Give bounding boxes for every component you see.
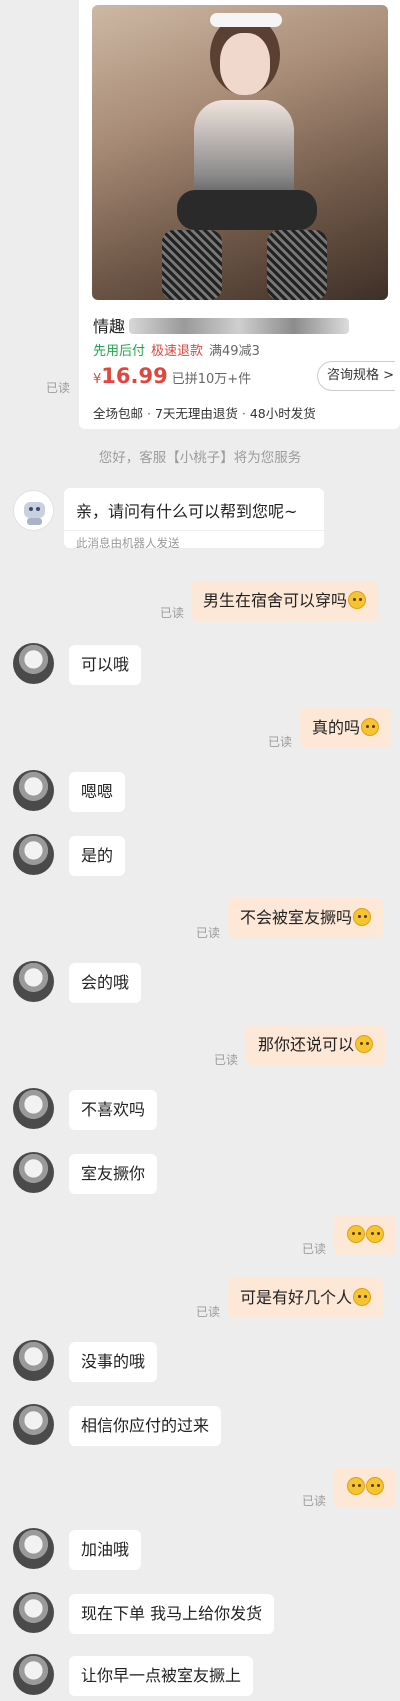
message-text: 真的吗 bbox=[312, 718, 361, 737]
figure-face bbox=[220, 33, 270, 95]
robot-body bbox=[27, 518, 42, 525]
robot-message-bubble[interactable]: 亲，请问有什么可以帮到您呢~ 此消息由机器人发送 bbox=[64, 488, 324, 550]
message-text: 嗯嗯 bbox=[81, 782, 114, 801]
figure-leg-right bbox=[267, 230, 327, 300]
agent-avatar[interactable] bbox=[13, 770, 54, 811]
message-text: 没事的哦 bbox=[81, 1352, 146, 1371]
agent-avatar[interactable] bbox=[13, 961, 54, 1002]
message-bubble-received[interactable]: 可以哦 bbox=[69, 645, 142, 685]
figure-headband bbox=[210, 13, 282, 27]
pay-later-tag: 先用后付 bbox=[93, 344, 146, 359]
message-text: 不会被室友撅吗 bbox=[240, 908, 353, 927]
frown-face-icon bbox=[355, 1035, 374, 1053]
message-text: 是的 bbox=[81, 846, 114, 865]
robot-eye-right bbox=[36, 507, 40, 511]
flushed-face-icon bbox=[366, 1477, 384, 1495]
message-bubble-sent[interactable] bbox=[334, 1467, 396, 1507]
message-text: 不喜欢吗 bbox=[81, 1100, 146, 1119]
message-bubble-received[interactable]: 加油哦 bbox=[69, 1530, 142, 1570]
product-title: 情趣 bbox=[93, 313, 389, 337]
flushed-face-icon bbox=[347, 1477, 365, 1495]
flushed-face-icon bbox=[353, 1288, 372, 1306]
sold-count: 已拼10万+件 bbox=[171, 372, 252, 387]
read-receipt: 已读 bbox=[302, 1494, 327, 1508]
message-bubble-sent[interactable]: 可是有好几个人 bbox=[228, 1278, 384, 1318]
message-bubble-sent[interactable]: 那你还说可以 bbox=[246, 1025, 386, 1065]
agent-avatar[interactable] bbox=[13, 834, 54, 875]
promo-tag: 满49减3 bbox=[209, 344, 260, 359]
agent-avatar[interactable] bbox=[13, 1404, 54, 1445]
message-bubble-received[interactable]: 相信你应付的过来 bbox=[69, 1406, 222, 1446]
message-text: 男生在宿舍可以穿吗 bbox=[203, 591, 348, 610]
message-text: 加油哦 bbox=[81, 1540, 130, 1559]
agent-avatar[interactable] bbox=[13, 1528, 54, 1569]
service-free-shipping: 全场包邮 bbox=[93, 406, 144, 421]
read-receipt: 已读 bbox=[196, 1305, 221, 1319]
message-bubble-received[interactable]: 室友撅你 bbox=[69, 1154, 158, 1194]
flushed-face-icon bbox=[366, 1225, 384, 1243]
product-tags: 先用后付 极速退款 满49减3 bbox=[93, 340, 260, 359]
price-row: ¥16.99 已拼10万+件 bbox=[93, 364, 251, 388]
service-returns: 7天无理由退货 bbox=[143, 406, 238, 421]
message-bubble-received[interactable]: 嗯嗯 bbox=[69, 772, 126, 812]
product-title-text: 情趣 bbox=[93, 317, 126, 336]
smirk-face-icon bbox=[361, 718, 380, 736]
flushed-face-icon bbox=[348, 591, 367, 609]
agent-avatar[interactable] bbox=[13, 643, 54, 684]
product-image[interactable] bbox=[92, 5, 388, 300]
system-notice: 您好，客服【小桃子】将为您服务 bbox=[98, 450, 302, 466]
read-receipt: 已读 bbox=[214, 1053, 239, 1067]
figure-leg-left bbox=[162, 230, 222, 300]
message-text: 室友撅你 bbox=[81, 1164, 146, 1183]
agent-avatar[interactable] bbox=[13, 1340, 54, 1381]
message-bubble-sent[interactable]: 真的吗 bbox=[300, 708, 392, 748]
flushed-face-icon bbox=[347, 1225, 365, 1243]
service-guarantees: 全场包邮7天无理由退货48小时发货 bbox=[93, 403, 316, 422]
consult-specs-button[interactable]: 咨询规格 > bbox=[317, 361, 395, 391]
figure-skirt bbox=[177, 190, 317, 230]
message-text: 相信你应付的过来 bbox=[81, 1416, 210, 1435]
message-bubble-sent[interactable] bbox=[334, 1215, 396, 1255]
message-bubble-received[interactable]: 让你早一点被室友撅上 bbox=[69, 1656, 254, 1696]
robot-note: 此消息由机器人发送 bbox=[76, 536, 180, 550]
robot-eye-left bbox=[29, 507, 33, 511]
message-bubble-received[interactable]: 会的哦 bbox=[69, 963, 142, 1003]
message-bubble-sent[interactable]: 不会被室友撅吗 bbox=[228, 898, 384, 938]
message-bubble-received[interactable]: 不喜欢吗 bbox=[69, 1090, 158, 1130]
read-receipt: 已读 bbox=[160, 606, 185, 620]
message-text: 会的哦 bbox=[81, 973, 130, 992]
agent-avatar[interactable] bbox=[13, 1152, 54, 1193]
product-card[interactable]: 情趣 先用后付 极速退款 满49减3 ¥16.99 已拼10万+件 咨询规格 > 全场… bbox=[79, 0, 400, 429]
read-receipt: 已读 bbox=[268, 735, 293, 749]
message-text: 那你还说可以 bbox=[258, 1035, 355, 1054]
message-text: 可以哦 bbox=[81, 655, 130, 674]
message-text: 可是有好几个人 bbox=[240, 1288, 353, 1307]
fast-refund-tag: 极速退款 bbox=[151, 344, 204, 359]
read-receipt: 已读 bbox=[302, 1242, 327, 1256]
message-text: 现在下单 我马上给你发货 bbox=[81, 1604, 263, 1623]
divider bbox=[64, 530, 324, 531]
robot-avatar-icon[interactable] bbox=[13, 490, 54, 531]
read-receipt: 已读 bbox=[46, 381, 71, 395]
read-receipt: 已读 bbox=[196, 926, 221, 940]
message-text: 让你早一点被室友撅上 bbox=[81, 1666, 242, 1685]
message-bubble-sent[interactable]: 男生在宿舍可以穿吗 bbox=[191, 581, 379, 621]
agent-avatar[interactable] bbox=[13, 1088, 54, 1129]
smirk-face-icon bbox=[353, 908, 372, 926]
service-ship-48h: 48小时发货 bbox=[238, 406, 316, 421]
robot-message-text: 亲，请问有什么可以帮到您呢~ bbox=[76, 502, 298, 521]
agent-avatar[interactable] bbox=[13, 1592, 54, 1633]
price-value: 16.99 bbox=[101, 364, 168, 388]
agent-avatar[interactable] bbox=[13, 1654, 54, 1695]
message-bubble-received[interactable]: 现在下单 我马上给你发货 bbox=[69, 1594, 275, 1634]
message-bubble-received[interactable]: 没事的哦 bbox=[69, 1342, 158, 1382]
message-bubble-received[interactable]: 是的 bbox=[69, 836, 126, 876]
title-blurred-text bbox=[129, 318, 350, 334]
robot-head bbox=[24, 502, 45, 518]
